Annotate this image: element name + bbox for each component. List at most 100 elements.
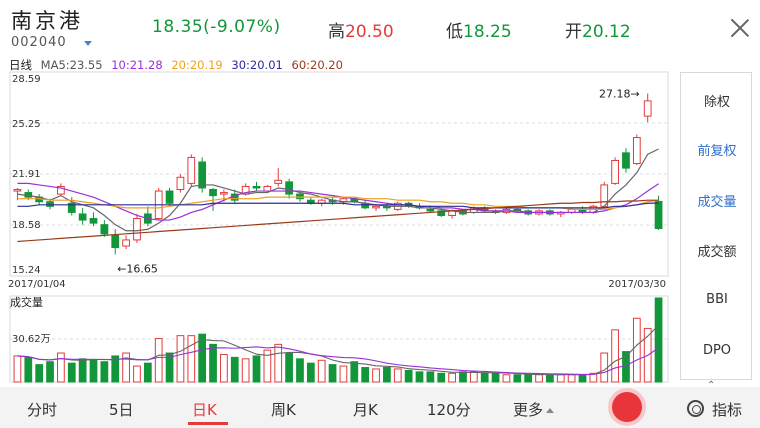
price-tick-label: 25.25: [12, 119, 41, 130]
tab-5day[interactable]: 5日: [109, 399, 134, 420]
candle-down: [252, 185, 261, 189]
volume-bar-up: [122, 352, 130, 383]
candle-down: [46, 201, 54, 207]
candle-up: [13, 189, 22, 192]
quote-header: 南京港 002040 18.35(-9.07%) 高20.50 低18.25 开…: [0, 0, 760, 56]
high-label: 高: [328, 22, 345, 42]
volume-bar-up: [241, 358, 250, 383]
volume-bar-up: [176, 335, 185, 383]
volume-bar-down: [78, 358, 87, 383]
open-price: 开20.12: [565, 17, 631, 42]
candle-up: [187, 156, 196, 184]
min-price-note: ←16.65: [117, 262, 158, 275]
price-tick-label: 28.59: [12, 74, 41, 85]
volume-bar-down: [209, 343, 217, 383]
high-price: 高20.50: [328, 17, 394, 42]
volume-bar-up: [372, 368, 380, 383]
stock-code-selector[interactable]: 002040: [11, 35, 67, 50]
candle-down: [100, 224, 109, 235]
close-icon[interactable]: [730, 18, 750, 38]
volume-bar-down: [143, 362, 152, 383]
tab-monthly-k[interactable]: 月K: [353, 399, 378, 420]
volume-bar-up: [317, 359, 326, 383]
date-start-label: 2017/01/04: [8, 279, 66, 290]
gear-icon[interactable]: [687, 400, 704, 417]
volume-bar-up: [611, 329, 619, 383]
tab-daily-k[interactable]: 日K: [192, 399, 217, 420]
candle-down: [89, 218, 98, 224]
tab-120min[interactable]: 120分: [427, 399, 471, 420]
low-label: 低: [446, 22, 463, 42]
volume-bar-down: [67, 362, 76, 383]
candle-down: [296, 193, 304, 200]
volume-bar-down: [383, 367, 391, 383]
volume-bar-down: [524, 374, 533, 383]
candle-up: [220, 192, 228, 195]
candle-down: [622, 152, 630, 169]
high-value: 20.50: [345, 22, 394, 42]
last-price-change: 18.35(-9.07%): [152, 17, 281, 37]
volume-bar-down: [46, 361, 54, 383]
volume-bar-down: [350, 361, 359, 383]
side-item-volume[interactable]: 成交量: [681, 191, 753, 210]
volume-bar-down: [35, 364, 44, 383]
candle-up: [133, 218, 141, 241]
volume-bar-down: [230, 356, 239, 383]
ma-line: [17, 182, 659, 221]
volume-bar-down: [198, 333, 207, 383]
low-price: 低18.25: [446, 17, 512, 42]
tab-more[interactable]: 更多: [513, 399, 555, 420]
volume-bar-up: [187, 335, 196, 383]
price-tick-label: 15.24: [12, 265, 41, 276]
tab-weekly-k[interactable]: 周K: [271, 399, 296, 420]
stock-name: 南京港: [11, 9, 83, 33]
volume-bar-up: [393, 368, 402, 383]
volume-bar-down: [285, 352, 293, 383]
price-tick-label: 21.91: [12, 169, 41, 180]
low-value: 18.25: [463, 22, 512, 42]
active-tab-indicator: [188, 422, 228, 425]
volume-bar-up: [632, 317, 641, 383]
volume-bar-down: [437, 372, 446, 383]
volume-bar-down: [89, 359, 98, 383]
tab-intraday[interactable]: 分时: [27, 399, 57, 420]
kline-chart[interactable]: 28.59 25.25 21.91 18.58 15.24 2017/01/04…: [0, 70, 670, 385]
volume-bar-down: [100, 361, 109, 383]
indicator-button[interactable]: 指标: [712, 399, 742, 420]
volume-tick-label: 30.62万: [12, 334, 51, 345]
indicator-side-panel: 除权 前复权 成交量 成交额 BBI DPO: [680, 72, 752, 380]
candle-up: [372, 205, 380, 209]
volume-bar-down: [24, 356, 33, 383]
max-price-note: 27.18→: [599, 88, 640, 101]
open-label: 开: [565, 22, 582, 42]
volume-bar-up: [274, 343, 283, 383]
candle-down: [198, 161, 207, 189]
volume-bar-down: [491, 372, 500, 383]
kline-svg[interactable]: 28.59 25.25 21.91 18.58 15.24 2017/01/04…: [0, 70, 670, 385]
volume-bar-down: [404, 369, 413, 383]
caret-up-icon: [546, 408, 555, 413]
side-item-dpo[interactable]: DPO: [681, 343, 753, 358]
record-button[interactable]: [612, 392, 642, 422]
candle-down: [285, 181, 293, 195]
volume-bar-down: [252, 355, 261, 383]
side-item-forward-adjust[interactable]: 前复权: [681, 140, 753, 159]
candle-up: [643, 100, 652, 117]
volume-bar-up: [469, 371, 478, 383]
volume-bars-layer: [13, 297, 663, 383]
candle-up: [263, 185, 272, 192]
chevron-down-icon[interactable]: [84, 41, 92, 46]
side-item-bbi[interactable]: BBI: [681, 292, 753, 307]
volume-bar-up: [154, 338, 163, 383]
side-item-turnover[interactable]: 成交额: [681, 241, 753, 260]
volume-bar-down: [361, 367, 370, 383]
candle-up: [176, 176, 185, 191]
price-tick-label: 18.58: [12, 220, 41, 231]
volume-bar-down: [426, 371, 435, 383]
volume-bar-up: [567, 374, 576, 383]
side-item-ex-rights[interactable]: 除权: [681, 91, 753, 110]
candle-up: [632, 137, 641, 165]
volume-bar-down: [415, 371, 424, 383]
candle-down: [78, 213, 87, 221]
volume-bar-down: [513, 374, 522, 383]
